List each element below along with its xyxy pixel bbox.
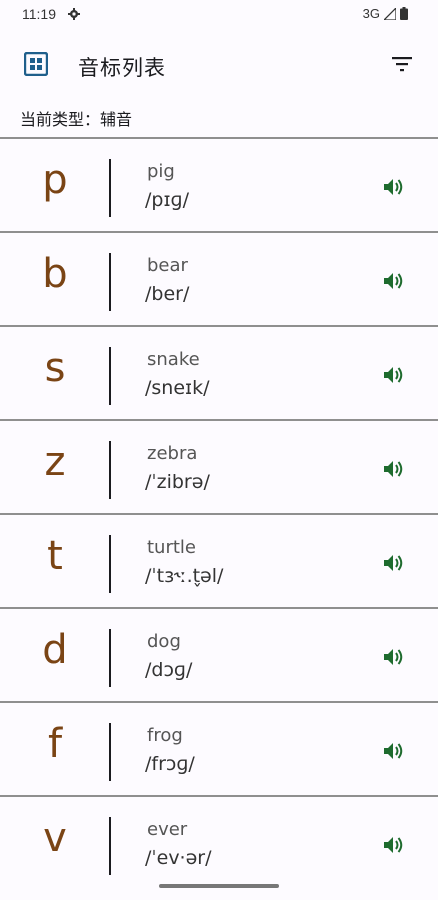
ipa-transcription: /sneɪk/ [145, 377, 210, 399]
phoneme-symbol: z [44, 439, 66, 485]
example-word: snake [147, 349, 200, 370]
speaker-icon[interactable] [383, 459, 404, 479]
list-item[interactable]: b bear /ber/ [0, 231, 438, 325]
divider [109, 629, 111, 687]
page-title: 音标列表 [78, 56, 166, 80]
current-type-label: 当前类型：辅音 [20, 110, 133, 129]
ipa-transcription: /ˈtɜ˞ː.t̬əl/ [145, 565, 224, 587]
phoneme-symbol: t [47, 533, 63, 579]
phoneme-symbol: v [43, 815, 67, 861]
speaker-icon[interactable] [383, 835, 404, 855]
divider [109, 253, 111, 311]
speaker-icon[interactable] [383, 271, 404, 291]
speaker-icon[interactable] [383, 741, 404, 761]
network-label: 3G [362, 6, 380, 21]
ipa-transcription: /ber/ [145, 283, 190, 305]
list-item[interactable]: s snake /sneɪk/ [0, 325, 438, 419]
divider [109, 159, 111, 217]
example-word: turtle [147, 537, 196, 558]
speaker-icon[interactable] [383, 647, 404, 667]
divider [109, 723, 111, 781]
gear-icon [68, 8, 80, 20]
ipa-transcription: /dɔɡ/ [145, 659, 193, 681]
speaker-icon[interactable] [383, 177, 404, 197]
phoneme-symbol: p [42, 157, 68, 203]
signal-icon [384, 7, 396, 20]
list-item[interactable]: f frog /frɔɡ/ [0, 701, 438, 795]
phoneme-list: p pig /pɪɡ/ b bear /ber/ s snake /sneɪk/… [0, 137, 438, 889]
example-word: ever [147, 819, 188, 840]
app-bar: 音标列表 [0, 30, 438, 98]
ipa-transcription: /pɪɡ/ [145, 189, 189, 211]
battery-icon [400, 7, 408, 20]
phoneme-symbol: d [42, 627, 68, 673]
list-item[interactable]: v ever /ˈev·ər/ [0, 795, 438, 889]
list-item[interactable]: t turtle /ˈtɜ˞ː.t̬əl/ [0, 513, 438, 607]
example-word: frog [147, 725, 183, 746]
grid-icon[interactable] [24, 52, 48, 76]
status-indicators: 3G [363, 6, 408, 21]
speaker-icon[interactable] [383, 553, 404, 573]
status-bar: 11:19 3G [0, 0, 438, 30]
ipa-transcription: /frɔɡ/ [145, 753, 195, 775]
example-word: zebra [147, 443, 198, 464]
list-item[interactable]: p pig /pɪɡ/ [0, 137, 438, 231]
ipa-transcription: /ˈev·ər/ [145, 847, 212, 869]
example-word: pig [147, 161, 175, 182]
phoneme-symbol: s [44, 345, 66, 391]
phoneme-symbol: f [47, 721, 63, 767]
filter-icon[interactable] [392, 56, 412, 72]
list-item[interactable]: z zebra /ˈzibrə/ [0, 419, 438, 513]
speaker-icon[interactable] [383, 365, 404, 385]
list-item[interactable]: d dog /dɔɡ/ [0, 607, 438, 701]
example-word: bear [147, 255, 188, 276]
status-time: 11:19 [22, 6, 56, 22]
example-word: dog [147, 631, 181, 652]
divider [109, 535, 111, 593]
phoneme-symbol: b [42, 251, 68, 297]
divider [109, 441, 111, 499]
ipa-transcription: /ˈzibrə/ [145, 471, 210, 493]
gesture-nav-handle[interactable] [159, 884, 279, 888]
divider [109, 347, 111, 405]
divider [109, 817, 111, 875]
